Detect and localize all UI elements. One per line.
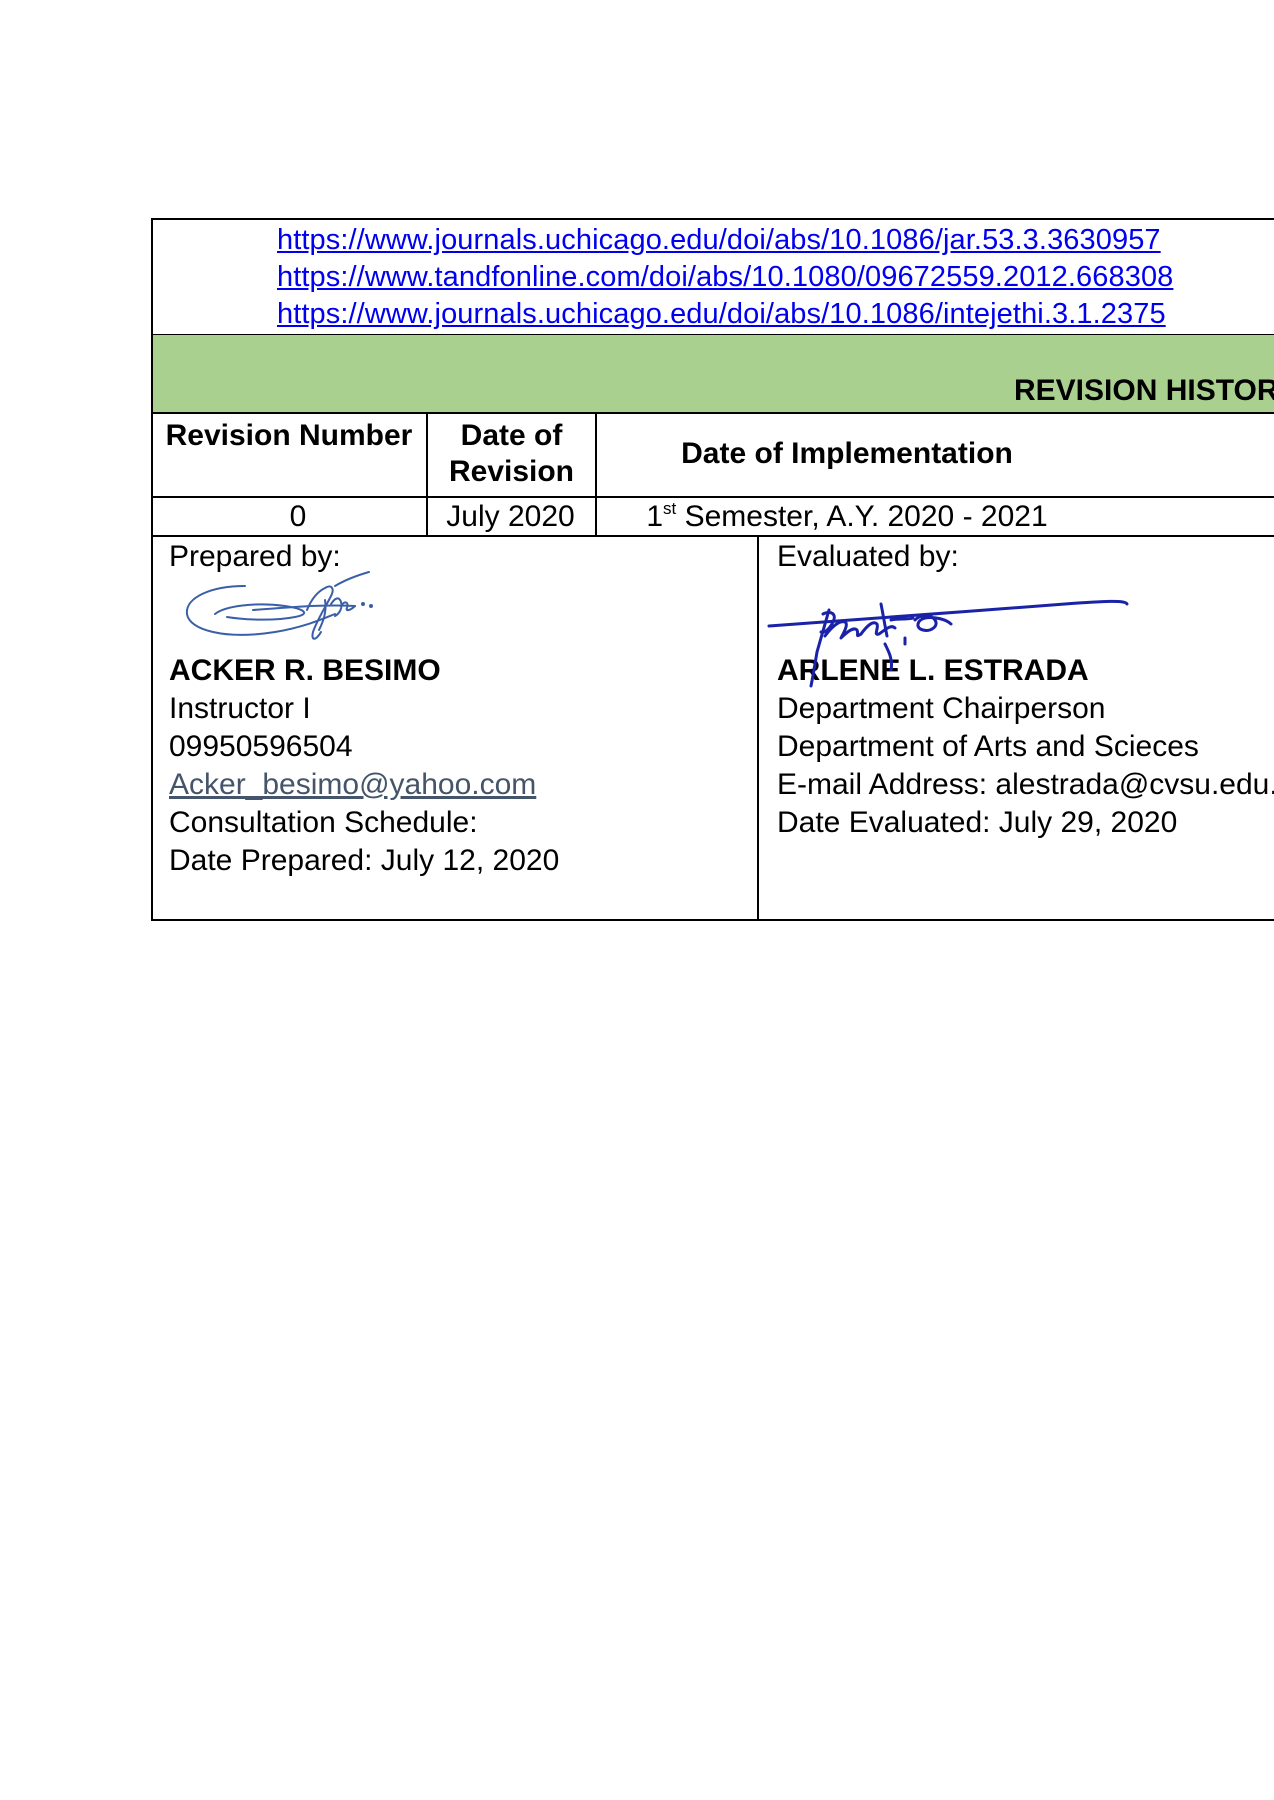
date-evaluated: Date Evaluated: July 29, 2020 — [777, 806, 1178, 839]
evaluator-department: Department of Arts and Scieces — [777, 730, 1199, 763]
cell-revision-number: 0 — [289, 500, 307, 533]
document-page: https://www.journals.uchicago.edu/doi/ab… — [151, 218, 1274, 921]
cell-date-of-revision: July 2020 — [446, 500, 575, 533]
date-prepared: Date Prepared: July 12, 2020 — [169, 844, 560, 877]
evaluator-signature-image — [767, 599, 1129, 688]
header-row-divider — [151, 496, 1274, 498]
table-bottom-border — [151, 919, 1274, 921]
signature-column-divider — [757, 536, 759, 921]
reference-links: https://www.journals.uchicago.edu/doi/ab… — [277, 222, 1173, 333]
preparer-signature-image — [185, 571, 373, 640]
implementation-ordinal: 1 — [646, 500, 664, 533]
reference-link-2[interactable]: https://www.tandfonline.com/doi/abs/10.1… — [277, 259, 1173, 296]
evaluator-email: E-mail Address: alestrada@cvsu.edu.ph — [777, 768, 1274, 801]
table-left-border — [151, 218, 153, 921]
preparer-name: ACKER R. BESIMO — [169, 654, 441, 687]
header-date-of-implementation: Date of Implementation — [681, 437, 1013, 470]
consultation-schedule: Consultation Schedule: — [169, 806, 478, 839]
reference-link-1[interactable]: https://www.journals.uchicago.edu/doi/ab… — [277, 222, 1173, 259]
evaluator-position: Department Chairperson — [777, 692, 1106, 725]
preparer-position: Instructor I — [169, 692, 311, 725]
band-divider — [151, 412, 1274, 414]
cell-date-of-implementation: 1st Semester, A.Y. 2020 - 2021 — [597, 499, 1097, 535]
evaluated-by-label: Evaluated by: — [777, 540, 959, 573]
header-revision-number: Revision Number — [165, 419, 413, 452]
implementation-term: Semester, A.Y. 2020 - 2021 — [676, 500, 1048, 533]
implementation-ordinal-suffix: st — [663, 499, 677, 518]
preparer-phone: 09950596504 — [169, 730, 353, 763]
preparer-email-link[interactable]: Acker_besimo@yahoo.com — [169, 766, 559, 804]
table-top-border — [151, 218, 1274, 220]
revision-history-title: REVISION HISTORY — [1014, 374, 1274, 407]
reference-link-3[interactable]: https://www.journals.uchicago.edu/doi/ab… — [277, 296, 1173, 333]
header-date-of-revision: Date of Revision — [448, 419, 575, 488]
revision-row-divider — [151, 535, 1274, 537]
